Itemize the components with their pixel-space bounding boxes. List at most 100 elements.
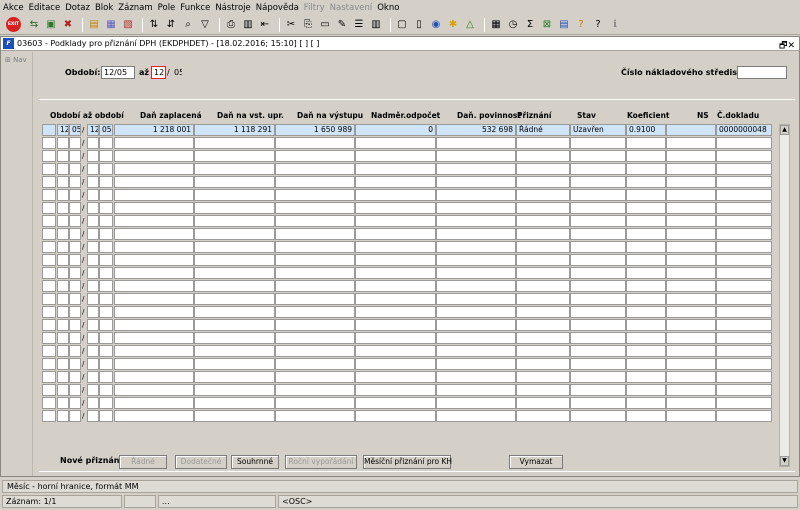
cell-to-year[interactable] xyxy=(99,137,113,149)
cell-dan-zaplacena[interactable] xyxy=(114,137,194,149)
table-row[interactable]: / xyxy=(42,163,773,175)
cell-dan-povinnost[interactable] xyxy=(436,189,516,201)
cell-dan-povinnost[interactable] xyxy=(436,319,516,331)
cell-koeficient[interactable] xyxy=(626,397,666,409)
menu-item-8[interactable]: Nápověda xyxy=(256,3,299,13)
cell-from-month[interactable] xyxy=(57,150,69,162)
cell-dan-povinnost[interactable] xyxy=(436,293,516,305)
menu-item-9[interactable]: Filtry xyxy=(304,3,325,13)
cell-dan-vystupu[interactable] xyxy=(275,189,355,201)
cell-dan-vst-upr[interactable] xyxy=(194,358,275,370)
menu-item-7[interactable]: Nástroje xyxy=(215,3,250,13)
cell-koeficient[interactable] xyxy=(626,371,666,383)
cell-koeficient[interactable] xyxy=(626,410,666,422)
cell-from-month[interactable] xyxy=(57,241,69,253)
cell-from-year[interactable] xyxy=(69,241,81,253)
vymazat-button[interactable]: Vymazat xyxy=(509,455,563,469)
cell-koeficient[interactable] xyxy=(626,267,666,279)
cell-to-month[interactable] xyxy=(87,137,99,149)
cell-dan-povinnost[interactable] xyxy=(436,228,516,240)
cell-from-year[interactable] xyxy=(69,228,81,240)
cell-dan-vst-upr[interactable] xyxy=(194,254,275,266)
cell-dan-povinnost[interactable] xyxy=(436,371,516,383)
cell-nadmer[interactable] xyxy=(355,202,436,214)
cell-stav[interactable] xyxy=(570,371,626,383)
cell-nadmer[interactable] xyxy=(355,319,436,331)
cell-dan-vystupu[interactable] xyxy=(275,332,355,344)
table-row[interactable]: 12 05 12 05 1 218 001 1 118 291 1 650 989 0 532 … xyxy=(42,124,773,136)
cell-to-year[interactable] xyxy=(99,280,113,292)
cell-dan-vystupu[interactable] xyxy=(275,137,355,149)
menu-item-5[interactable]: Pole xyxy=(158,3,176,13)
cell-dan-zaplacena[interactable] xyxy=(114,202,194,214)
cell-priznani[interactable] xyxy=(516,319,570,331)
cell-dan-povinnost[interactable] xyxy=(436,410,516,422)
cell-nadmer[interactable] xyxy=(355,371,436,383)
cell-from-month[interactable] xyxy=(57,332,69,344)
cell-stav[interactable] xyxy=(570,137,626,149)
cell-nadmer[interactable] xyxy=(355,150,436,162)
cell-c-dokladu[interactable] xyxy=(716,358,772,370)
filter-icon[interactable]: ▽ xyxy=(198,18,212,32)
row-selector[interactable] xyxy=(42,319,56,331)
cell-stav[interactable] xyxy=(570,345,626,357)
cell-ns[interactable] xyxy=(666,280,716,292)
cell-to-month[interactable] xyxy=(87,306,99,318)
obdobi-to-month-input[interactable]: 12 xyxy=(151,66,166,79)
cell-dan-povinnost[interactable] xyxy=(436,241,516,253)
exit-icon[interactable]: EXIT xyxy=(6,17,21,32)
cell-dan-povinnost[interactable] xyxy=(436,280,516,292)
cell-dan-zaplacena[interactable] xyxy=(114,280,194,292)
table-row[interactable]: / xyxy=(42,267,773,279)
sort-asc-icon[interactable]: ⇅ xyxy=(147,18,161,32)
cell-nadmer[interactable] xyxy=(355,254,436,266)
cell-dan-zaplacena[interactable] xyxy=(114,371,194,383)
row-selector[interactable] xyxy=(42,124,56,136)
cell-dan-vst-upr[interactable]: 1 118 291 xyxy=(194,124,275,136)
cell-stav[interactable] xyxy=(570,176,626,188)
cell-dan-vystupu[interactable] xyxy=(275,228,355,240)
cell-to-year[interactable]: 05 xyxy=(99,124,113,136)
cell-dan-povinnost[interactable]: 532 698 xyxy=(436,124,516,136)
menu-item-4[interactable]: Záznam xyxy=(118,3,152,13)
row-selector[interactable] xyxy=(42,241,56,253)
cell-dan-povinnost[interactable] xyxy=(436,137,516,149)
cell-from-year[interactable] xyxy=(69,280,81,292)
cell-from-month[interactable] xyxy=(57,371,69,383)
cell-priznani[interactable] xyxy=(516,332,570,344)
cell-ns[interactable] xyxy=(666,228,716,240)
table-row[interactable]: / xyxy=(42,241,773,253)
cell-dan-vystupu[interactable] xyxy=(275,397,355,409)
cell-dan-vst-upr[interactable] xyxy=(194,150,275,162)
cell-ns[interactable] xyxy=(666,241,716,253)
excel-icon[interactable]: ⊠ xyxy=(540,18,554,32)
cell-dan-vst-upr[interactable] xyxy=(194,202,275,214)
row-selector[interactable] xyxy=(42,371,56,383)
cell-stav[interactable] xyxy=(570,306,626,318)
table-row[interactable]: / xyxy=(42,384,773,396)
cell-from-year[interactable] xyxy=(69,215,81,227)
cell-to-month[interactable] xyxy=(87,163,99,175)
cell-koeficient[interactable] xyxy=(626,189,666,201)
cell-koeficient[interactable] xyxy=(626,384,666,396)
cell-nadmer[interactable] xyxy=(355,306,436,318)
cell-from-month[interactable] xyxy=(57,254,69,266)
cell-ns[interactable] xyxy=(666,345,716,357)
cell-koeficient[interactable] xyxy=(626,254,666,266)
cell-stav[interactable] xyxy=(570,293,626,305)
cell-from-year[interactable] xyxy=(69,371,81,383)
cell-ns[interactable] xyxy=(666,163,716,175)
cell-dan-zaplacena[interactable] xyxy=(114,241,194,253)
help-icon[interactable]: ? xyxy=(574,18,588,32)
row-selector[interactable] xyxy=(42,280,56,292)
star-icon[interactable]: ✱ xyxy=(446,18,460,32)
cell-dan-zaplacena[interactable] xyxy=(114,319,194,331)
cell-to-month[interactable] xyxy=(87,228,99,240)
cell-from-year[interactable]: 05 xyxy=(69,124,81,136)
cell-dan-povinnost[interactable] xyxy=(436,254,516,266)
cell-nadmer[interactable] xyxy=(355,137,436,149)
cell-koeficient[interactable] xyxy=(626,150,666,162)
cell-priznani[interactable] xyxy=(516,150,570,162)
cut-icon[interactable]: ✂ xyxy=(284,18,298,32)
cell-c-dokladu[interactable] xyxy=(716,267,772,279)
